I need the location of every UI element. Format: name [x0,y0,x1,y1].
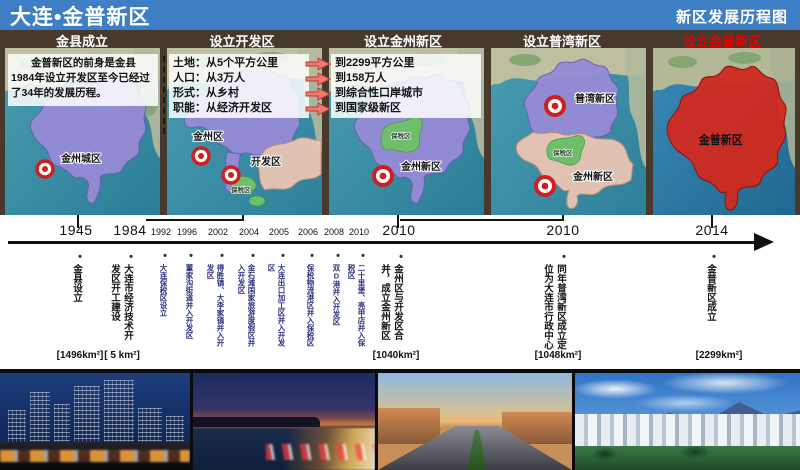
map-2014-jinpu-newarea: 金普新区 [653,48,795,215]
location-marker [193,148,209,164]
building [30,392,50,444]
infographic-page: 大连•金普新区 新区发展历程图 金县成立 设立开发区 设立金州新区 设立普湾新区… [0,0,800,470]
region-label: 保税区 [552,148,573,157]
building-tower [104,380,134,444]
building [138,408,162,444]
photo-avenue-sunset [378,373,572,470]
header-bar: 大连•金普新区 新区发展历程图 [0,0,800,30]
year-2006: 2006 [298,227,318,237]
region-label: 金普新区 [698,133,743,148]
event-2008-shuangd: 双D港并入开发区 [331,264,341,358]
event-1984-kaifaqu: 大连市经济技术开 发区开工建设 [108,264,134,358]
page-title: 大连•金普新区 [10,1,150,31]
year-2010-a: 2010 [349,227,369,237]
building [54,404,70,444]
area-label-2299: [2299km²] [696,350,743,361]
photo-city-panorama-day [575,373,800,470]
year-2008: 2008 [324,227,344,237]
building-tower [74,386,100,444]
region-baoshui-2 [249,196,265,206]
region-label: 金州区 [192,130,223,143]
event-1992-baoshui: 大连保税区设立 [158,264,168,358]
event-2010-jinzhou-new: 金州区与开发区合 并，成立金州新区 [378,264,404,358]
timeline-axis [8,241,756,244]
satellite-map-5: 金普新区 [653,48,795,215]
event-1996-dongjiagou: 董家沟街道并入开发区 [184,264,194,358]
stat-pop-from: 人口：从3万人 [173,71,305,86]
from-stats-panel: 土地：从5个平方公里 人口：从3万人 形式：从乡村 职能：从经济开发区 [169,54,309,118]
year-1996: 1996 [177,227,197,237]
event-2010-ershilipu: 二十里堡、亮甲店并入保 税区 [346,264,366,358]
photo-coastal-road-dusk [193,373,375,470]
region-label: 金州城区 [60,152,101,165]
stat-form-from: 形式：从乡村 [173,86,305,101]
year-2002: 2002 [208,227,228,237]
event-2004-jinshitan: 金石滩国家旅游度假区并 入开发区 [236,264,256,358]
timeline-bracket [400,219,563,221]
to-stats-panel: 到2299平方公里 到158万人 到综合性口岸城市 到国家级新区 [331,54,481,118]
year-1992: 1992 [151,227,171,237]
timeline-bracket [146,219,244,221]
region-label: 普湾新区 [575,92,615,105]
area-label-1048: [1048km²] [535,350,582,361]
vegetation-patch [728,52,761,64]
year-2010-b: 2010 [382,222,415,238]
region-label: 保税区 [390,131,411,140]
year-1945: 1945 [59,222,92,238]
area-label-5: [ 5 km²] [104,350,140,361]
event-2005-chukou: 大连出口加工区并入开发 区 [266,264,286,358]
year-2010-c: 2010 [546,222,579,238]
stat-pop-to: 到158万人 [335,71,477,86]
region-label: 开发区 [251,155,281,168]
intro-text: 金普新区的前身是金县1984年设立开发区至今已经过了34年的发展历程。 [11,56,155,101]
location-marker [374,167,392,185]
green-foreground [575,446,800,470]
location-marker [536,177,554,195]
intro-panel: 金普新区的前身是金县1984年设立开发区至今已经过了34年的发展历程。 [8,54,158,106]
event-2002-desheng: 得胜镇、大李家镇并入开 发区 [205,264,225,358]
event-2006-wuliu: 保税物流港区并入保税区 [305,264,315,358]
stat-land-from: 土地：从5个平方公里 [173,56,305,71]
light-trails [0,450,190,462]
buildings-left [378,408,440,444]
stat-role-to: 到国家级新区 [335,101,477,116]
vegetation-patch [668,56,697,68]
timeline-arrowhead-icon [754,233,774,251]
light-trails [266,444,375,460]
headland-silhouette [193,417,320,427]
building [166,416,184,444]
area-label-1040: [1040km²] [373,350,420,361]
arrow-right-icon [304,87,332,101]
arrow-right-icon [304,57,332,71]
dashed-divider [163,56,165,134]
arrow-right-icon [304,72,332,86]
region-label: 保税区 [230,185,251,194]
stat-land-to: 到2299平方公里 [335,56,477,71]
location-marker [546,97,564,115]
city-skyline [575,414,800,448]
vegetation-patch [509,54,541,66]
region-label: 金州新区 [572,170,613,183]
year-2004: 2004 [239,227,259,237]
event-2010-puwan-new: 同年普湾新区成立定 位为大连市行政中心 [541,264,567,358]
location-marker [37,161,53,177]
map-2010-puwan-newarea: 普湾新区 保税区 金州新区 [491,48,646,215]
year-2005: 2005 [269,227,289,237]
location-marker [223,167,239,183]
year-1984: 1984 [113,222,146,238]
stat-form-to: 到综合性口岸城市 [335,86,477,101]
event-1945-jinxian: 金县设立 [70,264,83,358]
arrow-right-icon [304,102,332,116]
page-subtitle: 新区发展历程图 [676,6,788,27]
area-label-1496: [1496km²] [57,350,104,361]
satellite-map-4: 普湾新区 保税区 金州新区 [491,48,646,215]
building [8,410,26,444]
event-2014-jinpu-new: 金普新区成立 [704,264,717,358]
photo-night-cityscape [0,373,190,470]
year-2014: 2014 [695,222,728,238]
region-label: 金州新区 [400,160,441,173]
stat-role-from: 职能：从经济开发区 [173,101,305,116]
